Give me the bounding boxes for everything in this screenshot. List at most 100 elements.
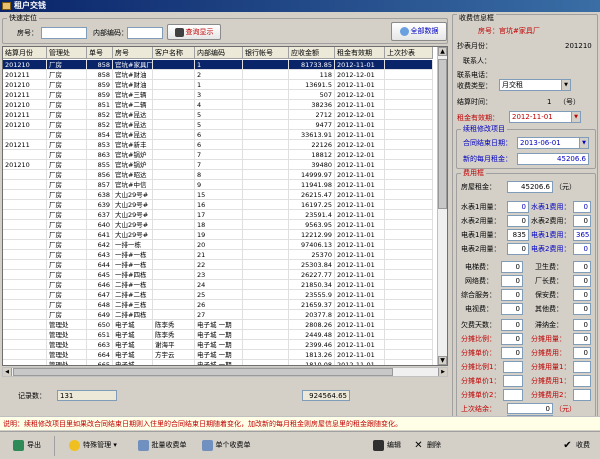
table-row[interactable]: 管理处 651 电子城 陈李秀 电子城 一期 2449.48 2012-11-01 [3, 330, 433, 340]
charge-type-select[interactable]: 月交租 ▼ [499, 79, 571, 91]
share-price-input[interactable]: 0 [501, 347, 523, 359]
table-row[interactable]: 厂房 640 大山29号# 18 9563.95 2012-11-01 [3, 220, 433, 230]
share-fee2-input[interactable] [573, 389, 591, 401]
table-row[interactable]: 201210 厂房 851 官坑#二辆 4 38236 2012-11-01 [3, 100, 433, 110]
column-header[interactable]: 应收金额 [289, 47, 335, 58]
table-row[interactable]: 201210 厂房 859 官坑#财油 1 13691.5 2012-11-01 [3, 80, 433, 90]
scroll-thumb[interactable] [438, 59, 447, 209]
tv-input[interactable]: 0 [501, 303, 523, 315]
share-fee1-input[interactable] [573, 375, 591, 387]
contract-end-select[interactable]: 2013-06-01 ▼ [517, 137, 589, 149]
share-ratio1-input[interactable] [503, 361, 523, 373]
rent-valid-select[interactable]: 2012-11-01 ▼ [509, 111, 581, 123]
scroll-right-icon[interactable]: ▶ [438, 368, 447, 376]
table-row[interactable]: 201211 厂房 858 官坑#财油 2 118 2012-12-01 [3, 70, 433, 80]
table-row[interactable]: 厂房 646 二排#一栋 24 21850.34 2012-11-01 [3, 280, 433, 290]
table-row[interactable]: 厂房 648 二排#三栋 26 21659.37 2012-11-01 [3, 300, 433, 310]
table-cell: 厂房 [47, 300, 87, 309]
h-scroll-thumb[interactable] [13, 368, 393, 376]
chevron-down-icon[interactable]: ▼ [561, 80, 570, 90]
elec2-use-input[interactable]: 0 [507, 243, 529, 255]
new-rent-input[interactable]: 45206.6 [517, 153, 589, 165]
single-bill-button[interactable]: 单个收费单 [196, 437, 256, 454]
table-row[interactable]: 厂房 863 官坑#锅炉 7 18812 2012-12-01 [3, 150, 433, 160]
room-search-input[interactable] [41, 27, 87, 39]
table-row[interactable]: 厂房 854 官坑#昆达 6 33613.91 2012-11-01 [3, 130, 433, 140]
column-header[interactable]: 上次抄表 [385, 47, 433, 58]
edit-button[interactable]: 编辑 [370, 437, 404, 454]
table-row[interactable]: 厂房 637 大山29号# 17 23591.4 2012-11-01 [3, 210, 433, 220]
table-row[interactable]: 厂房 641 大山29号# 19 12212.99 2012-11-01 [3, 230, 433, 240]
rent-valid-chevron-icon[interactable]: ▼ [571, 112, 580, 122]
query-button[interactable]: 查询显示 [167, 24, 221, 40]
share-fee-input[interactable]: 0 [573, 347, 591, 359]
scroll-down-icon[interactable]: ▼ [438, 356, 447, 365]
elec-use-input[interactable]: 835 [507, 229, 529, 241]
share-price2-input[interactable] [503, 389, 523, 401]
table-row[interactable]: 厂房 638 大山29号# 15 26215.47 2012-11-01 [3, 190, 433, 200]
house-rent-input[interactable]: 45206.6 [507, 181, 553, 193]
water2-use-label: 水表2用量： [461, 217, 501, 225]
horizontal-scrollbar[interactable]: ◀ ▶ [2, 367, 448, 377]
column-header[interactable]: 房号 [113, 47, 153, 58]
other-input[interactable]: 0 [573, 303, 591, 315]
water2-use-input[interactable]: 0 [507, 215, 529, 227]
elevator-input[interactable]: 0 [501, 261, 523, 273]
batch-bill-button[interactable]: 批量收费单 [132, 437, 192, 454]
table-row[interactable]: 厂房 644 一排#一栋 22 25303.84 2012-11-01 [3, 260, 433, 270]
scroll-left-icon[interactable]: ◀ [3, 368, 12, 376]
water-fee-input[interactable]: 0 [573, 201, 591, 213]
delete-button[interactable]: ✕ 删除 [410, 437, 444, 454]
all-data-button[interactable]: 全部数据 [391, 22, 447, 41]
table-row[interactable]: 厂房 645 一排#四栋 23 26227.77 2012-11-01 [3, 270, 433, 280]
overdue-input[interactable]: 0 [501, 319, 523, 331]
column-header[interactable]: 单号 [87, 47, 113, 58]
internal-code-input[interactable] [127, 27, 163, 39]
table-row[interactable]: 201211 厂房 859 官坑#三辆 3 507 2012-12-01 [3, 90, 433, 100]
table-row[interactable]: 厂房 857 官坑#中信 9 11941.98 2012-11-01 [3, 180, 433, 190]
table-row[interactable]: 厂房 856 官坑#昭达 8 14999.97 2012-11-01 [3, 170, 433, 180]
table-row[interactable]: 201211 厂房 852 官坑#昆达 5 2712 2012-12-01 [3, 110, 433, 120]
table-row[interactable]: 厂房 642 一排一栋 20 97406.13 2012-11-01 [3, 240, 433, 250]
factory-input[interactable]: 0 [573, 275, 591, 287]
table-row[interactable]: 厂房 643 一排#一栋 21 25370 2012-11-01 [3, 250, 433, 260]
column-header[interactable]: 客户名称 [153, 47, 195, 58]
column-header[interactable]: 银行帐号 [243, 47, 289, 58]
table-row[interactable]: 201210 厂房 858 官坑#家具厂 1 81733.85 2012-11-01 [3, 60, 433, 70]
sanitation-input[interactable]: 0 [573, 261, 591, 273]
column-header[interactable]: 内部编码 [195, 47, 243, 58]
table-row[interactable]: 管理处 664 电子城 方宇云 电子城 一期 1813.26 2012-11-01 [3, 350, 433, 360]
table-row[interactable]: 201210 厂房 855 官坑#锅炉 7 39480 2012-11-01 [3, 160, 433, 170]
table-row[interactable]: 厂房 639 大山29号# 16 16197.25 2012-11-01 [3, 200, 433, 210]
table-row[interactable]: 厂房 649 二排#四栋 27 20377.8 2012-11-01 [3, 310, 433, 320]
table-row[interactable]: 管理处 665 电子城 电子城 一期 1810.08 2012-11-01 [3, 360, 433, 365]
table-row[interactable]: 管理处 650 电子城 陈李秀 电子城 一期 2808.26 2012-11-01 [3, 320, 433, 330]
column-header[interactable]: 管理处 [47, 47, 87, 58]
water-use-input[interactable]: 0 [507, 201, 529, 213]
collect-button[interactable]: ✔ 收费 [556, 437, 596, 454]
export-button[interactable]: 导出 [4, 437, 50, 454]
table-row[interactable]: 管理处 663 电子城 谢海平 电子城 一期 2399.46 2012-11-01 [3, 340, 433, 350]
network-input[interactable]: 0 [501, 275, 523, 287]
water2-fee-input[interactable]: 0 [573, 215, 591, 227]
elec-fee-input[interactable]: 36531 [573, 229, 591, 241]
records-grid[interactable]: 结算月份 管理处 单号 房号 客户名称 内部编码 银行帐号 应收金额 租金有效期 上次抄表 201… [2, 46, 448, 366]
share-price1-input[interactable] [503, 375, 523, 387]
late-fee-input[interactable]: 0 [573, 319, 591, 331]
table-row[interactable]: 201210 厂房 852 官坑#昆达 5 9477 2012-11-01 [3, 120, 433, 130]
table-row[interactable]: 厂房 647 二排#二栋 25 23555.9 2012-11-01 [3, 290, 433, 300]
general-input[interactable]: 0 [501, 289, 523, 301]
last-balance-input[interactable]: 0 [507, 403, 553, 414]
elec2-fee-input[interactable]: 0 [573, 243, 591, 255]
share-qty-input[interactable]: 0 [573, 333, 591, 345]
security-input[interactable]: 0 [573, 289, 591, 301]
column-header[interactable]: 结算月份 [3, 47, 47, 58]
special-manage-button[interactable]: 特殊管理 ▾ [58, 437, 128, 454]
contract-end-chevron-icon[interactable]: ▼ [579, 138, 588, 148]
vertical-scrollbar[interactable]: ▲ ▼ [437, 47, 447, 365]
scroll-up-icon[interactable]: ▲ [438, 47, 447, 56]
share-qty1-input[interactable] [573, 361, 591, 373]
share-ratio-input[interactable]: 0 [501, 333, 523, 345]
column-header[interactable]: 租金有效期 [335, 47, 385, 58]
table-row[interactable]: 201211 厂房 853 官坑#新丰 6 22126 2012-12-01 [3, 140, 433, 150]
